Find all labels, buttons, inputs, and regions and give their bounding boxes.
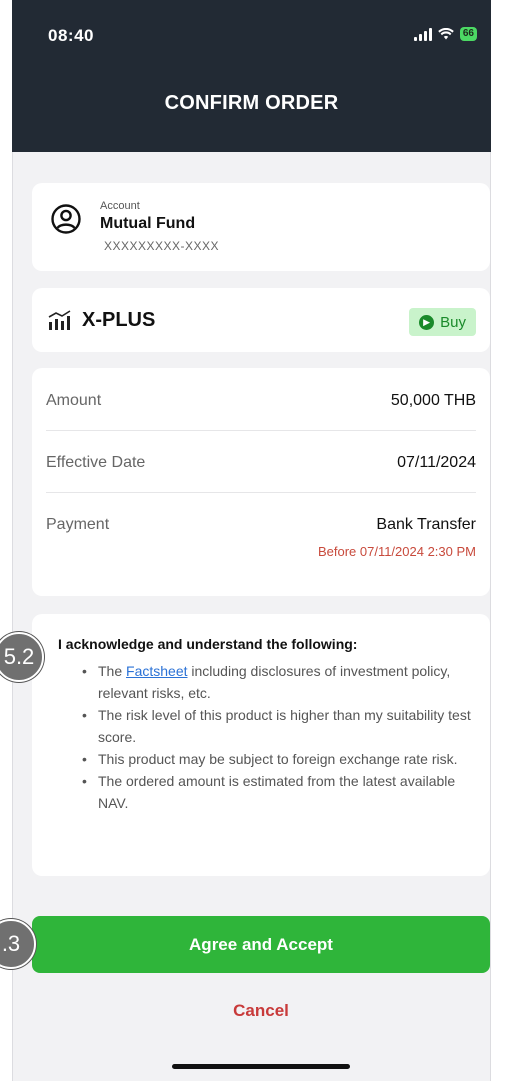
amount-value: 50,000 THB xyxy=(390,392,476,409)
effective-date-row: Effective Date 07/11/2024 xyxy=(46,430,476,493)
fund-chart-icon xyxy=(48,310,71,330)
buy-badge: ▶ Buy xyxy=(409,308,476,336)
payment-value: Bank Transfer xyxy=(376,516,476,533)
user-circle-icon xyxy=(51,204,81,234)
acknowledgement-item-nav: The ordered amount is estimated from the… xyxy=(78,770,478,814)
agree-and-accept-button[interactable]: Agree and Accept xyxy=(32,916,490,973)
account-card: Account Mutual Fund XXXXXXXXX-XXXX xyxy=(32,183,490,271)
acknowledgement-item-risk-level: The risk level of this product is higher… xyxy=(78,704,478,748)
header: 08:40 66 CONFIRM ORDER xyxy=(12,0,491,152)
cancel-button[interactable]: Cancel xyxy=(32,996,490,1026)
acknowledgement-item-fx-risk: This product may be subject to foreign e… xyxy=(78,748,478,770)
status-time: 08:40 xyxy=(48,26,94,45)
acknowledgement-card: I acknowledge and understand the followi… xyxy=(32,614,490,876)
battery-icon: 66 xyxy=(459,27,477,41)
wifi-icon xyxy=(438,28,454,40)
account-label: Account xyxy=(100,200,140,212)
amount-label: Amount xyxy=(46,392,102,409)
annotation-badge: .3 xyxy=(0,919,36,969)
acknowledgement-list: The Factsheet including disclosures of i… xyxy=(78,660,478,814)
factsheet-link[interactable]: Factsheet xyxy=(126,663,187,679)
account-name: Mutual Fund xyxy=(100,215,196,232)
status-icons: 66 xyxy=(413,27,477,41)
buy-label: Buy xyxy=(440,313,466,331)
right-frame xyxy=(490,0,505,1081)
home-indicator xyxy=(172,1064,350,1069)
arrow-right-icon: ▶ xyxy=(419,314,435,330)
acknowledgement-item-factsheet: The Factsheet including disclosures of i… xyxy=(78,660,478,704)
fund-card: X-PLUS ▶ Buy xyxy=(32,288,490,352)
payment-deadline-note: Before 07/11/2024 2:30 PM xyxy=(317,544,476,559)
effective-date-label: Effective Date xyxy=(46,454,146,471)
fund-name: X-PLUS xyxy=(82,309,156,331)
page-title: CONFIRM ORDER xyxy=(164,92,339,114)
amount-row: Amount 50,000 THB xyxy=(46,368,476,431)
payment-label: Payment xyxy=(46,516,110,533)
order-details-card: Amount 50,000 THB Effective Date 07/11/2… xyxy=(32,368,490,596)
account-number: XXXXXXXXX-XXXX xyxy=(104,239,220,253)
cellular-signal-icon xyxy=(413,27,432,41)
acknowledgement-title: I acknowledge and understand the followi… xyxy=(58,636,358,652)
effective-date-value: 07/11/2024 xyxy=(397,454,476,471)
